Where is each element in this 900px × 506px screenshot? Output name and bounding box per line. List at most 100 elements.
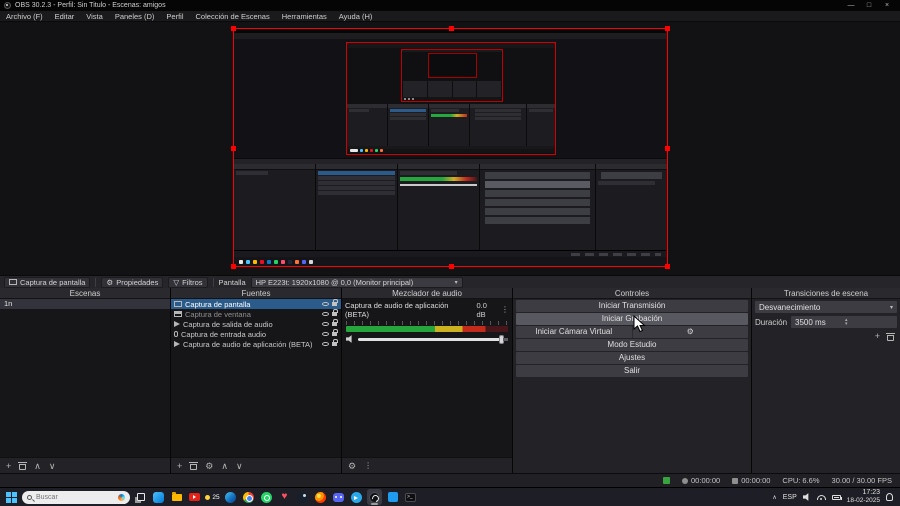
youtube-icon[interactable] [187, 489, 202, 505]
sources-dock-title[interactable]: Fuentes [171, 288, 341, 299]
add-source-button[interactable]: + [177, 461, 182, 471]
move-source-up-button[interactable]: ∧ [221, 461, 228, 471]
duration-spinner[interactable]: 3500 ms ▴ ▾ [791, 316, 897, 328]
terminal-icon[interactable]: >_ [403, 489, 418, 505]
resize-handle[interactable] [665, 145, 670, 151]
eye-icon[interactable] [322, 322, 329, 326]
add-transition-button[interactable]: + [875, 331, 880, 341]
lock-icon[interactable] [332, 299, 338, 306]
eye-icon[interactable] [322, 332, 329, 336]
filters-button[interactable]: ▽ Filtros [168, 276, 208, 288]
volume-slider-knob[interactable] [499, 334, 504, 344]
tray-chevron-up-icon[interactable]: ∧ [772, 494, 776, 501]
scenes-list[interactable]: 1n [0, 299, 170, 457]
file-explorer-icon[interactable] [169, 489, 184, 505]
move-source-down-button[interactable]: ∨ [236, 461, 243, 471]
resize-handle[interactable] [665, 264, 670, 269]
taskbar-clock[interactable]: 17:23 18-02-2025 [847, 489, 880, 506]
source-row[interactable]: Captura de audio de aplicación (BETA) [171, 339, 341, 349]
lock-icon[interactable] [332, 339, 338, 346]
obs-taskbar-icon[interactable] [367, 489, 382, 505]
battery-icon[interactable] [831, 494, 842, 500]
task-view-button[interactable] [133, 489, 148, 505]
minimize-button[interactable]: — [842, 0, 860, 11]
taskbar-search[interactable] [22, 490, 130, 504]
remove-transition-button[interactable] [886, 332, 895, 341]
resize-handle[interactable] [231, 26, 236, 31]
spin-down-icon[interactable]: ▾ [845, 322, 895, 327]
menu-editar[interactable]: Editar [49, 11, 81, 22]
mixer-menu-kebab-icon[interactable]: ⋮ [364, 461, 372, 471]
eye-icon[interactable] [322, 312, 329, 316]
add-scene-button[interactable]: + [6, 461, 11, 471]
start-streaming-button[interactable]: Iniciar Transmisión [516, 300, 748, 312]
maximize-button[interactable]: □ [860, 0, 878, 11]
menu-paneles[interactable]: Paneles (D) [109, 11, 161, 22]
menu-coleccion[interactable]: Colección de Escenas [190, 11, 276, 22]
weather-widget[interactable]: 25 [205, 489, 220, 505]
lock-icon[interactable] [332, 329, 338, 336]
lock-icon[interactable] [332, 309, 338, 316]
lock-icon[interactable] [332, 319, 338, 326]
whatsapp-icon[interactable] [259, 489, 274, 505]
widgets-button[interactable] [151, 489, 166, 505]
source-tab[interactable]: Captura de pantalla [4, 276, 91, 288]
scene-row[interactable]: 1n [0, 299, 170, 309]
menu-ayuda[interactable]: Ayuda (H) [333, 11, 379, 22]
speaker-icon[interactable] [346, 335, 352, 343]
start-button[interactable] [4, 489, 19, 505]
preview-canvas[interactable] [0, 22, 900, 275]
screen-capture-source[interactable] [231, 26, 670, 269]
scenes-dock-title[interactable]: Escenas [0, 288, 170, 299]
start-recording-button[interactable]: Iniciar Grabación [516, 313, 748, 325]
source-row[interactable]: Captura de pantalla [171, 299, 341, 309]
remove-scene-button[interactable] [18, 461, 28, 470]
settings-button[interactable]: Ajustes [516, 352, 748, 364]
source-row[interactable]: Captura de salida de audio [171, 319, 341, 329]
search-input[interactable] [36, 493, 94, 501]
move-scene-down-button[interactable]: ∨ [49, 461, 56, 471]
notifications-icon[interactable] [886, 493, 893, 501]
monitor-select[interactable]: HP E223t: 1920x1080 @ 0,0 (Monitor princ… [250, 276, 463, 288]
menu-herramientas[interactable]: Herramientas [276, 11, 333, 22]
close-button[interactable]: × [878, 0, 896, 11]
source-properties-button[interactable]: ⚙ [205, 461, 213, 471]
controls-dock-title[interactable]: Controles [513, 288, 751, 299]
resize-handle[interactable] [448, 26, 454, 31]
discord-icon[interactable] [331, 489, 346, 505]
resize-handle[interactable] [231, 145, 236, 151]
transition-select[interactable]: Desvanecimiento ▾ [755, 301, 897, 313]
start-virtual-camera-button[interactable]: Iniciar Cámara Virtual ⚙ [516, 326, 748, 338]
wifi-icon[interactable] [816, 494, 826, 500]
resize-handle[interactable] [231, 264, 236, 269]
volume-slider[interactable] [358, 334, 508, 344]
edge-icon[interactable] [223, 489, 238, 505]
mixer-dock-title[interactable]: Mezclador de audio [342, 288, 512, 299]
resize-handle[interactable] [665, 26, 670, 31]
source-row[interactable]: Captura de ventana [171, 309, 341, 319]
eye-icon[interactable] [322, 302, 329, 306]
sources-list[interactable]: Captura de pantalla Captura de ventana C… [171, 299, 341, 457]
mixer-options-kebab-icon[interactable]: ⋮ [501, 305, 509, 315]
exit-button[interactable]: Salir [516, 365, 748, 377]
menu-vista[interactable]: Vista [80, 11, 109, 22]
resize-handle[interactable] [448, 264, 454, 269]
vscode-icon[interactable] [385, 489, 400, 505]
volume-icon[interactable] [802, 493, 809, 501]
chrome-icon[interactable] [241, 489, 256, 505]
menu-perfil[interactable]: Perfil [160, 11, 189, 22]
move-scene-up-button[interactable]: ∧ [34, 461, 41, 471]
eye-icon[interactable] [322, 342, 329, 346]
steam-icon[interactable] [295, 489, 310, 505]
firefox-icon[interactable] [313, 489, 328, 505]
virtual-camera-settings-icon[interactable]: ⚙ [631, 326, 749, 338]
telegram-icon[interactable] [349, 489, 364, 505]
language-indicator[interactable]: ESP [783, 494, 797, 501]
properties-button[interactable]: ⚙ Propiedades [101, 276, 164, 288]
heart-app-icon[interactable]: ♥ [277, 489, 292, 505]
remove-source-button[interactable] [189, 461, 199, 470]
transitions-dock-title[interactable]: Transiciones de escena [752, 288, 900, 299]
mixer-settings-button[interactable]: ⚙ [348, 461, 356, 471]
menu-archivo[interactable]: Archivo (F) [0, 11, 49, 22]
studio-mode-button[interactable]: Modo Estudio [516, 339, 748, 351]
